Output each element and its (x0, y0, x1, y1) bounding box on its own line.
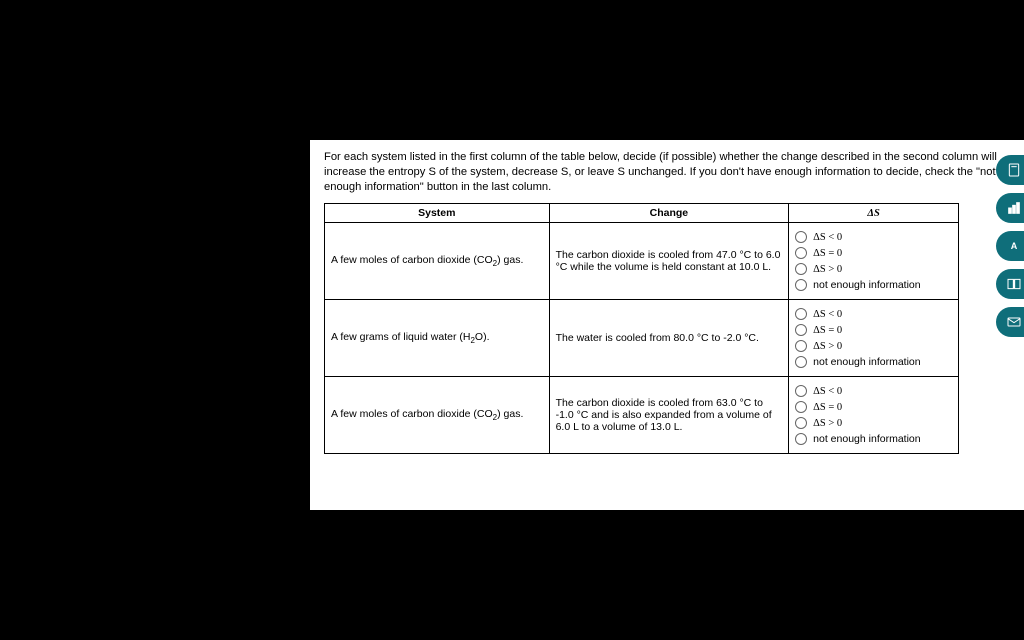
option-ds-lt[interactable]: ΔS < 0 (795, 385, 952, 397)
radio-icon (795, 308, 807, 320)
question-panel: For each system listed in the first colu… (310, 140, 1024, 510)
radio-icon (795, 324, 807, 336)
header-system: System (325, 204, 550, 223)
side-toolbar: A (996, 155, 1024, 337)
option-ds-eq[interactable]: ΔS = 0 (795, 247, 952, 259)
mail-button[interactable] (996, 307, 1024, 337)
radio-icon (795, 401, 807, 413)
radio-icon (795, 231, 807, 243)
radio-icon (795, 263, 807, 275)
table-row: A few grams of liquid water (H2O). The w… (325, 300, 959, 377)
change-cell: The carbon dioxide is cooled from 47.0 °… (549, 223, 789, 300)
option-not-enough[interactable]: not enough information (795, 279, 952, 291)
option-ds-lt[interactable]: ΔS < 0 (795, 308, 952, 320)
option-not-enough[interactable]: not enough information (795, 356, 952, 368)
option-not-enough[interactable]: not enough information (795, 433, 952, 445)
change-cell: The water is cooled from 80.0 °C to -2.0… (549, 300, 789, 377)
bar-chart-button[interactable] (996, 193, 1024, 223)
system-cell: A few moles of carbon dioxide (CO2) gas. (325, 223, 550, 300)
option-ds-gt[interactable]: ΔS > 0 (795, 263, 952, 275)
mail-icon (1006, 314, 1022, 330)
option-ds-lt[interactable]: ΔS < 0 (795, 231, 952, 243)
option-ds-gt[interactable]: ΔS > 0 (795, 417, 952, 429)
option-ds-eq[interactable]: ΔS = 0 (795, 401, 952, 413)
periodic-table-button[interactable]: A (996, 231, 1024, 261)
option-ds-eq[interactable]: ΔS = 0 (795, 324, 952, 336)
table-row: A few moles of carbon dioxide (CO2) gas.… (325, 377, 959, 454)
radio-icon (795, 433, 807, 445)
periodic-table-icon: A (1011, 241, 1018, 251)
calculator-icon (1006, 162, 1022, 178)
system-cell: A few grams of liquid water (H2O). (325, 300, 550, 377)
header-change: Change (549, 204, 789, 223)
calculator-button[interactable] (996, 155, 1024, 185)
entropy-table: System Change ΔS A few moles of carbon d… (324, 203, 959, 454)
table-header-row: System Change ΔS (325, 204, 959, 223)
option-ds-gt[interactable]: ΔS > 0 (795, 340, 952, 352)
header-ds: ΔS (789, 204, 959, 223)
options-cell: ΔS < 0 ΔS = 0 ΔS > 0 not enough informat… (789, 377, 959, 454)
instructions-text: For each system listed in the first colu… (324, 150, 1010, 195)
table-row: A few moles of carbon dioxide (CO2) gas.… (325, 223, 959, 300)
radio-icon (795, 417, 807, 429)
radio-icon (795, 356, 807, 368)
radio-icon (795, 340, 807, 352)
system-cell: A few moles of carbon dioxide (CO2) gas. (325, 377, 550, 454)
options-cell: ΔS < 0 ΔS = 0 ΔS > 0 not enough informat… (789, 300, 959, 377)
options-cell: ΔS < 0 ΔS = 0 ΔS > 0 not enough informat… (789, 223, 959, 300)
radio-icon (795, 279, 807, 291)
bar-chart-icon (1006, 200, 1022, 216)
book-button[interactable] (996, 269, 1024, 299)
radio-icon (795, 385, 807, 397)
book-icon (1006, 276, 1022, 292)
radio-icon (795, 247, 807, 259)
change-cell: The carbon dioxide is cooled from 63.0 °… (549, 377, 789, 454)
